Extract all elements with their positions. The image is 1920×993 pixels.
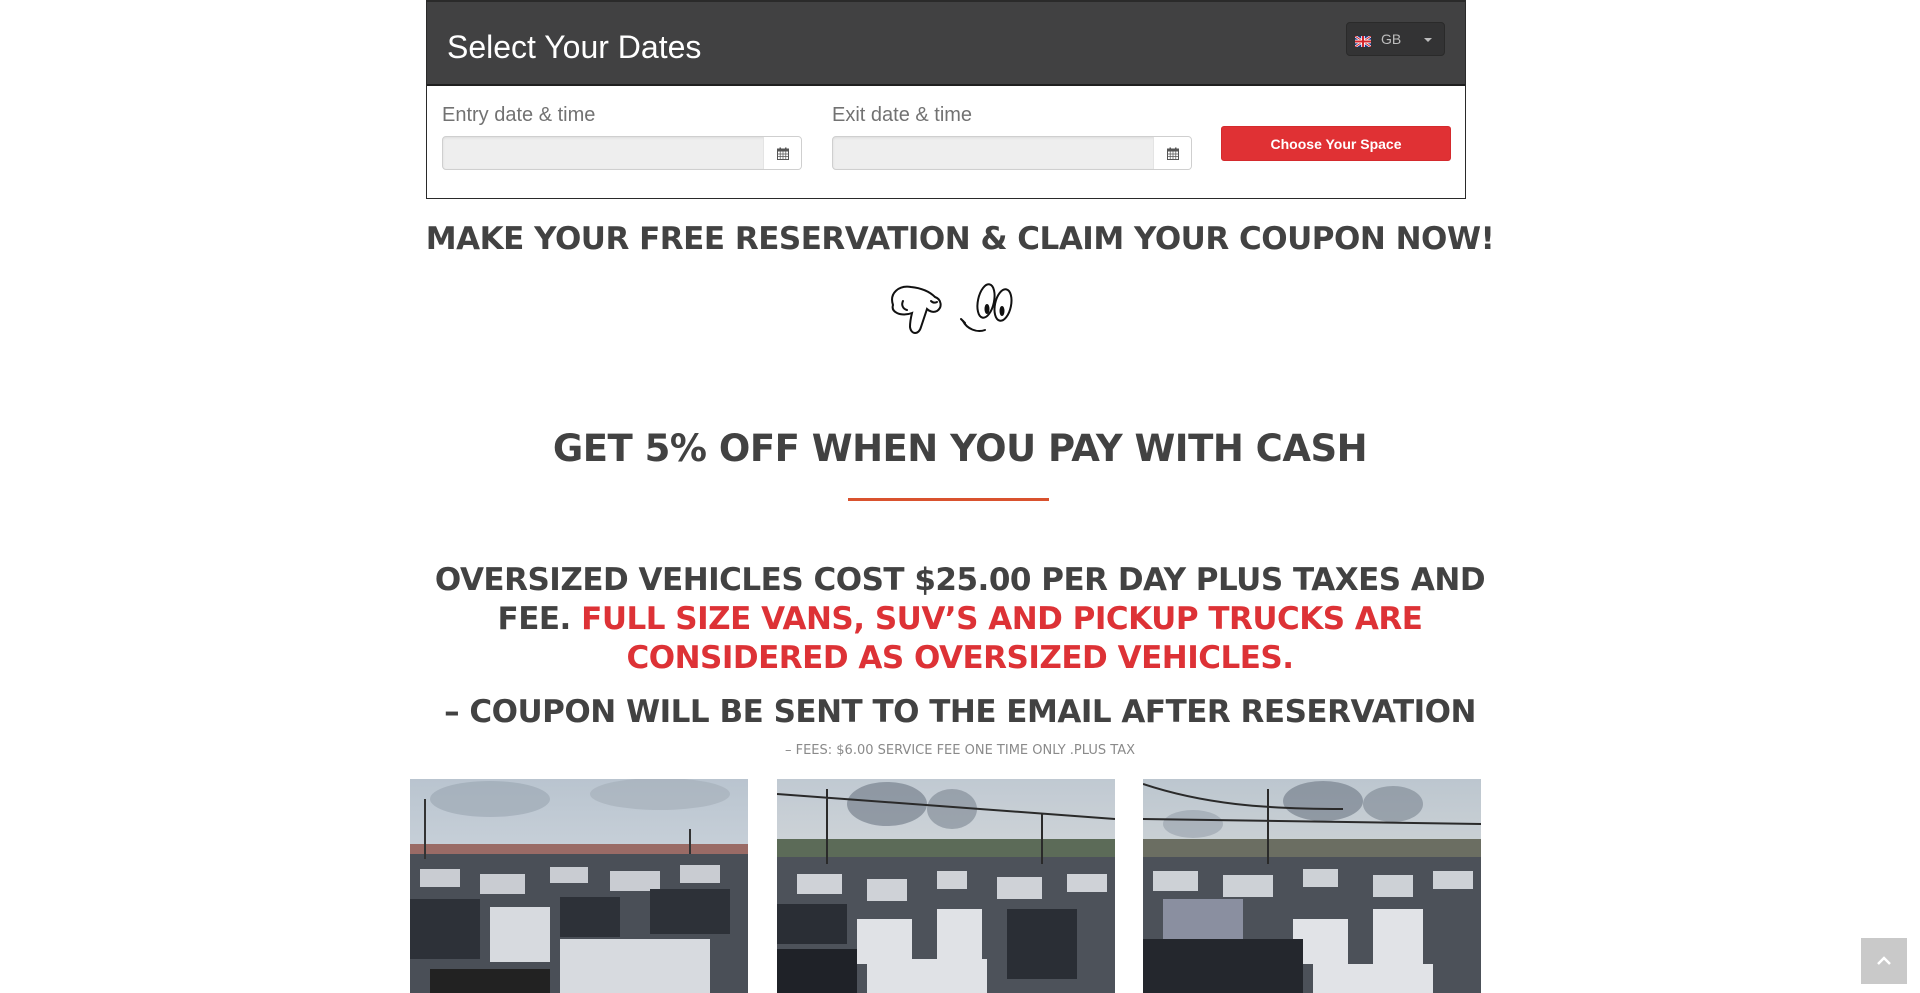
- exit-date-input[interactable]: [833, 137, 1153, 169]
- chevron-up-icon: [1877, 952, 1891, 970]
- cash-discount-headline: GET 5% OFF WHEN YOU PAY WITH CASH: [552, 427, 1368, 470]
- parking-lot-photo: [777, 779, 1115, 993]
- language-label: GB: [1381, 31, 1402, 47]
- fees-note: – FEES: $6.00 SERVICE FEE ONE TIME ONLY …: [784, 743, 1135, 758]
- language-selector[interactable]: GB: [1346, 22, 1445, 56]
- calendar-icon[interactable]: [1153, 137, 1191, 169]
- parking-lot-photo: [410, 779, 748, 993]
- pointing-down-hand-icon: [891, 285, 942, 334]
- reservation-headline: MAKE YOUR FREE RESERVATION & CLAIM YOUR …: [425, 221, 1495, 257]
- emoji-decoration: [885, 275, 1015, 339]
- scroll-to-top-button[interactable]: [1861, 938, 1907, 984]
- coupon-email-headline: – COUPON WILL BE SENT TO THE EMAIL AFTER…: [444, 694, 1476, 730]
- calendar-icon[interactable]: [763, 137, 801, 169]
- parking-lot-photo: [1143, 779, 1481, 993]
- oversized-vehicles-notice: OVERSIZED VEHICLES COST $25.00 PER DAY P…: [425, 561, 1495, 678]
- exit-date-field: [832, 136, 1192, 170]
- headline-divider: [848, 498, 1049, 501]
- entry-date-input[interactable]: [443, 137, 763, 169]
- entry-date-field: [442, 136, 802, 170]
- choose-your-space-button[interactable]: Choose Your Space: [1221, 126, 1451, 161]
- panel-header: Select Your Dates GB: [427, 2, 1465, 86]
- uk-flag-icon: [1354, 34, 1372, 48]
- panel-title: Select Your Dates: [447, 29, 702, 65]
- entry-date-label: Entry date & time: [442, 104, 596, 126]
- smiley-face-icon: [960, 283, 1013, 332]
- date-selection-panel: Select Your Dates GB Entry date & time E…: [426, 0, 1466, 199]
- oversized-definition-text: FULL SIZE VANS, SUV’S AND PICKUP TRUCKS …: [581, 601, 1423, 676]
- exit-date-label: Exit date & time: [832, 104, 973, 126]
- chevron-down-icon: [1424, 38, 1432, 42]
